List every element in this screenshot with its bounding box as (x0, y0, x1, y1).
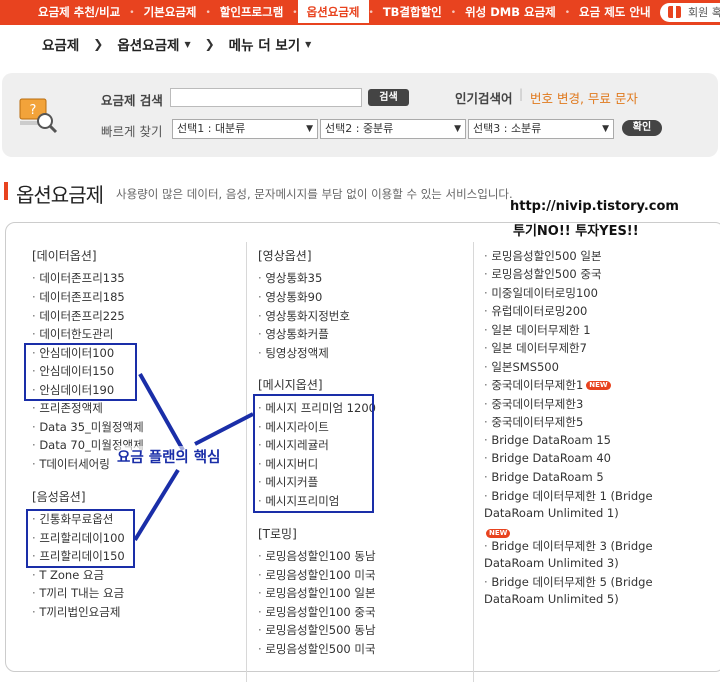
list-item[interactable]: Data 35_미월정액제 (32, 419, 143, 435)
popular-label: 인기검색어 (455, 91, 513, 106)
list-item[interactable]: 데이터존프리135 (32, 270, 124, 286)
list-item[interactable]: T끼리법인요금제 (32, 604, 120, 620)
chevron-right-icon: ❯ (93, 37, 104, 51)
confirm-button[interactable]: 확인 (622, 120, 662, 136)
list-item[interactable]: 영상통화지정번호 (258, 308, 350, 324)
new-badge: NEW (486, 529, 511, 538)
list-item[interactable]: 유럽데이터로밍200 (484, 303, 587, 319)
list-item[interactable]: T끼리 T내는 요금 (32, 585, 124, 601)
top-nav: 요금제 추천/비교 • 기본요금제 • 할인프로그램 • 옵션요금제 • TB결… (0, 0, 720, 25)
page-description: 사용량이 많은 데이터, 음성, 문자메시지를 부담 없이 이용할 수 있는 서… (116, 187, 513, 201)
category-title-data: [데이터옵션] (32, 249, 97, 263)
list-item[interactable]: 영상통화90 (258, 289, 322, 305)
nav-item-dmb[interactable]: 위성 DMB 요금제 (456, 0, 565, 25)
chevron-down-icon: ▼ (602, 124, 609, 134)
gift-icon (668, 6, 682, 18)
list-item[interactable]: 중국데이터무제한3 (484, 396, 583, 412)
highlight-box-voice (26, 509, 135, 568)
list-item[interactable]: 미중일데이터로밍100 (484, 285, 598, 301)
search-input[interactable] (170, 88, 362, 107)
breadcrumb-item-option[interactable]: 옵션요금제 (117, 34, 179, 54)
quick-find-label: 빠르게 찾기 (101, 124, 163, 139)
search-panel: ? 요금제 검색 검색 인기검색어 | 번호 변경, 무료 문자 빠르게 찾기 … (2, 73, 718, 157)
list-item[interactable]: 영상통화커플 (258, 326, 328, 342)
list-item[interactable]: 팅영상정액제 (258, 345, 328, 361)
list-item[interactable]: 로밍음성할인100 동남 (258, 548, 375, 564)
member-button[interactable]: 회원 혹시 (660, 3, 720, 22)
chevron-right-icon: ❯ (204, 37, 215, 51)
nav-item-guide[interactable]: 요금 제도 안내 (570, 0, 660, 25)
list-item[interactable]: 일본 데이터무제한7 (484, 340, 587, 356)
chevron-down-icon: ▼ (306, 124, 313, 134)
column-divider (246, 242, 247, 682)
divider: | (519, 87, 524, 101)
nav-item-recommend[interactable]: 요금제 추천/비교 (0, 0, 129, 25)
page-title: 옵션요금제 (16, 183, 104, 207)
category-select-3[interactable]: 선택3 : 소분류 ▼ (468, 119, 614, 139)
list-item[interactable]: 로밍음성할인500 미국 (258, 641, 375, 657)
annotation-text: 요금 플랜의 핵심 (117, 446, 221, 467)
list-item[interactable]: Bridge DataRoam 5 (484, 470, 603, 484)
search-label: 요금제 검색 (101, 93, 163, 108)
svg-text:?: ? (30, 103, 37, 118)
list-item[interactable]: T데이터세어링 (32, 456, 110, 472)
list-item[interactable]: 데이터한도관리 (32, 326, 113, 342)
list-item[interactable]: 데이터존프리225 (32, 308, 124, 324)
plan-search-icon: ? (19, 98, 58, 134)
popular-terms[interactable]: 번호 변경, 무료 문자 (530, 88, 638, 107)
category-title-voice: [음성옵션] (32, 490, 86, 504)
search-button[interactable]: 검색 (368, 89, 409, 106)
nav-item-discount[interactable]: 할인프로그램 (211, 0, 292, 25)
list-item[interactable]: 중국데이터무제한5 (484, 414, 583, 430)
list-item[interactable]: 영상통화35 (258, 270, 322, 286)
list-item[interactable]: Bridge 데이터무제한 3 (Bridge DataRoam Unlimit… (484, 538, 692, 572)
breadcrumb-item-more[interactable]: 메뉴 더 보기 (229, 34, 301, 54)
category-title-video: [영상옵션] (258, 249, 312, 263)
list-item[interactable]: 일본 데이터무제한 1 (484, 322, 590, 338)
list-item[interactable]: 로밍음성할인100 중국 (258, 604, 375, 620)
list-item[interactable]: 로밍음성할인500 중국 (484, 266, 601, 282)
list-item[interactable]: 데이터존프리185 (32, 289, 124, 305)
list-item[interactable]: Bridge 데이터무제한 5 (Bridge DataRoam Unlimit… (484, 574, 692, 608)
list-item[interactable]: Bridge 데이터무제한 1 (Bridge DataRoam Unlimit… (484, 488, 692, 522)
category-select-1[interactable]: 선택1 : 대분류 ▼ (172, 119, 318, 139)
select-value: 선택1 : 대분류 (177, 122, 246, 135)
chevron-down-icon: ▼ (454, 124, 461, 134)
select-value: 선택3 : 소분류 (473, 122, 542, 135)
list-item[interactable]: 로밍음성할인100 일본 (258, 585, 375, 601)
list-item[interactable]: 로밍음성할인500 일본 (484, 248, 601, 264)
overlay-url-text: http://nivip.tistory.com (510, 199, 679, 214)
list-item[interactable]: 프리존정액제 (32, 400, 102, 416)
list-item[interactable]: 중국데이터무제한1NEW (484, 377, 611, 393)
list-item[interactable]: Bridge DataRoam 15 (484, 433, 611, 447)
member-label: 회원 혹시 (688, 6, 720, 19)
caret-down-icon[interactable]: ▼ (305, 40, 311, 49)
highlight-box-message (253, 394, 374, 513)
breadcrumb: 요금제 ❯ 옵션요금제 ▼ ❯ 메뉴 더 보기 ▼ (42, 34, 311, 54)
nav-item-option-plan[interactable]: 옵션요금제 (297, 0, 369, 25)
nav-item-tb-bundle[interactable]: TB결합할인 (374, 0, 451, 25)
category-select-2[interactable]: 선택2 : 중분류 ▼ (320, 119, 466, 139)
column-divider (473, 242, 474, 682)
list-item[interactable]: 로밍음성할인100 미국 (258, 567, 375, 583)
category-title-message: [메시지옵션] (258, 378, 323, 392)
nav-item-basic-plan[interactable]: 기본요금제 (135, 0, 206, 25)
select-value: 선택2 : 중분류 (325, 122, 394, 135)
highlight-box-data (24, 343, 137, 401)
breadcrumb-item-plan[interactable]: 요금제 (42, 34, 79, 54)
caret-down-icon[interactable]: ▼ (184, 40, 190, 49)
list-item-label: 중국데이터무제한1 (491, 378, 584, 392)
list-item[interactable]: 로밍음성할인500 동남 (258, 622, 375, 638)
new-badge: NEW (586, 381, 611, 390)
title-marker (4, 182, 8, 200)
list-item[interactable]: Bridge DataRoam 40 (484, 451, 611, 465)
category-title-roaming: [T로밍] (258, 527, 297, 541)
list-item[interactable]: T Zone 요금 (32, 567, 104, 583)
list-item[interactable]: 일본SMS500 (484, 359, 559, 375)
